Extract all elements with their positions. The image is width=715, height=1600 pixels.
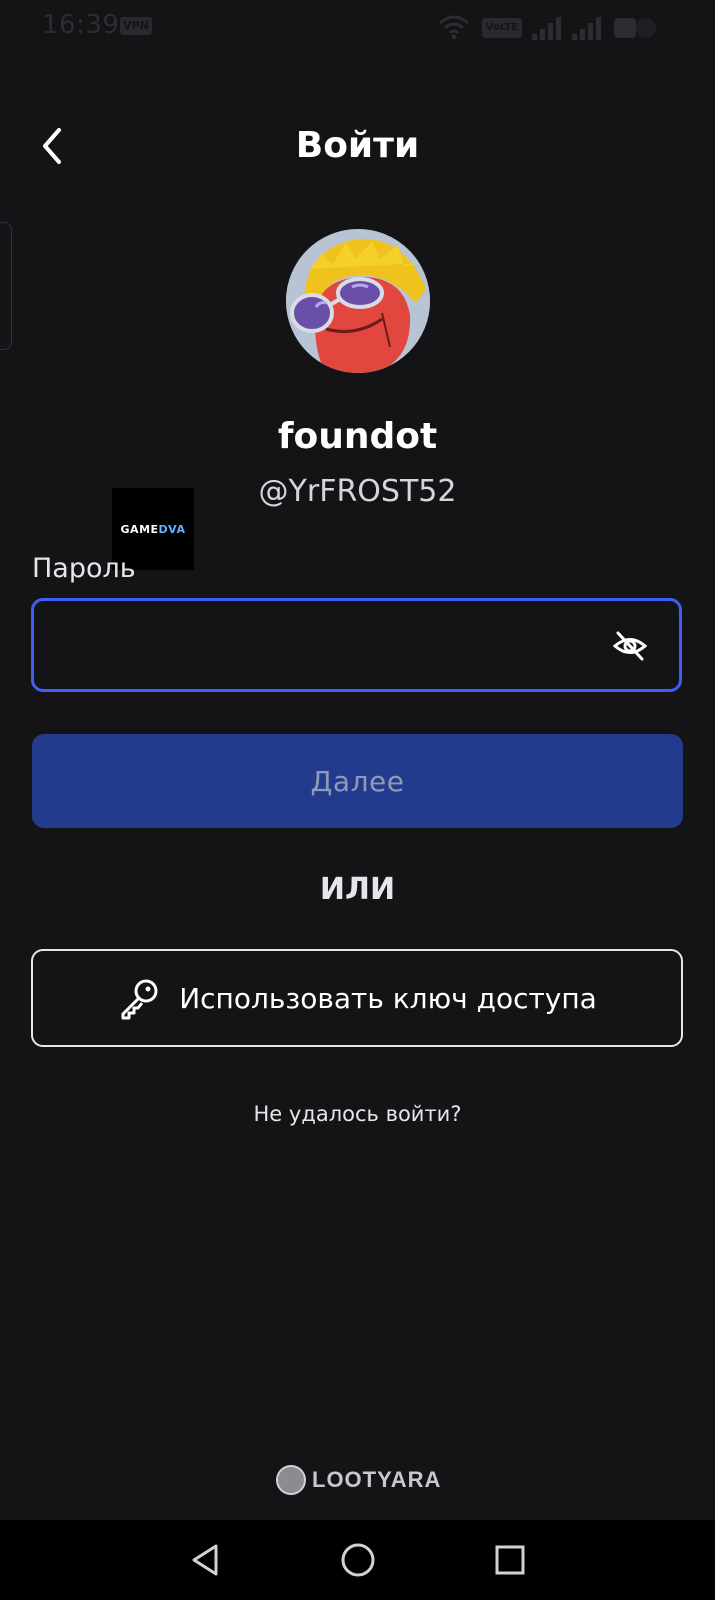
nav-back-button[interactable] (186, 1540, 226, 1580)
key-icon (121, 979, 158, 1020)
side-panel-edge (0, 222, 12, 350)
eye-off-icon (612, 631, 648, 661)
nav-recents-button[interactable] (490, 1540, 530, 1580)
display-name: foundot (277, 416, 438, 457)
lootyara-text: LOOTYARA (312, 1467, 442, 1492)
password-field[interactable] (31, 598, 682, 692)
recents-square-icon (495, 1545, 525, 1575)
volte-icon: VoLTE (482, 18, 522, 38)
battery-icon (614, 18, 656, 38)
avatar (286, 229, 430, 373)
password-input[interactable] (54, 621, 598, 671)
use-passkey-label: Использовать ключ доступа (179, 981, 597, 1015)
status-time: 16:39 (42, 10, 120, 40)
lootyara-watermark: LOOTYARA (276, 1462, 441, 1498)
use-passkey-button[interactable]: Использовать ключ доступа (31, 949, 683, 1047)
page-title: Войти (295, 125, 420, 166)
user-handle: @YrFROST52 (258, 474, 457, 509)
password-visibility-toggle[interactable] (611, 627, 649, 665)
signal-icon (572, 17, 601, 40)
signal-icon (532, 17, 561, 40)
cant-login-link[interactable]: Не удалось войти? (0, 1098, 715, 1130)
watermark-game: GAME (120, 522, 159, 536)
avatar-character (286, 229, 430, 373)
lootyara-logo-icon (276, 1465, 306, 1495)
back-triangle-icon (192, 1544, 218, 1576)
wifi-icon (439, 15, 469, 40)
password-label: Пароль (32, 553, 136, 584)
status-bar: 16:39 VPN VoLTE (0, 0, 715, 54)
watermark-dva: DVA (158, 522, 186, 536)
home-circle-icon (341, 1543, 375, 1577)
next-button[interactable]: Далее (32, 734, 683, 828)
or-divider-text: ИЛИ (319, 872, 396, 907)
nav-home-button[interactable] (338, 1540, 378, 1580)
vpn-icon: VPN (120, 17, 152, 35)
system-nav-bar (0, 1520, 715, 1600)
